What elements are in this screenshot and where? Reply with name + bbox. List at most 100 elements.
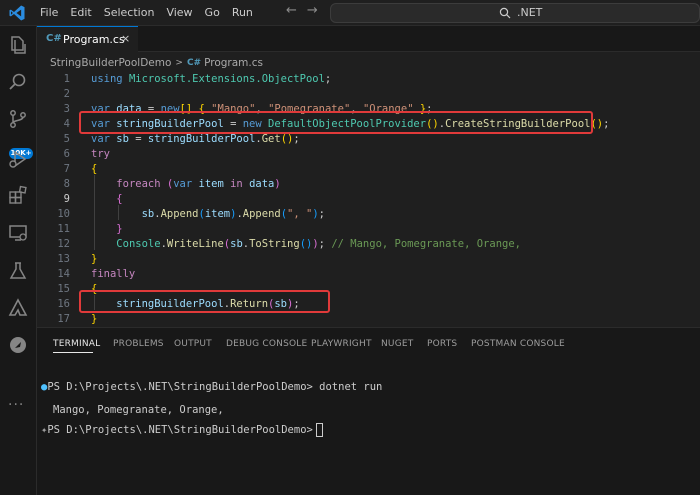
- code-text: foreach (var item in data): [91, 177, 281, 192]
- code-line[interactable]: 2: [37, 87, 700, 102]
- code-token: ;: [318, 238, 332, 250]
- code-line[interactable]: 8 foreach (var item in data): [37, 177, 700, 192]
- code-line[interactable]: 12 Console.WriteLine(sb.ToString()); // …: [37, 237, 700, 252]
- code-text: }: [91, 252, 97, 267]
- panel-tab-problems[interactable]: PROBLEMS: [113, 339, 164, 349]
- menu-edit[interactable]: Edit: [64, 0, 97, 26]
- code-line[interactable]: 9 {: [37, 192, 700, 207]
- code-text: finally: [91, 267, 135, 282]
- panel-tab-debug-console[interactable]: DEBUG CONSOLE: [226, 339, 307, 349]
- activity-bar: 10K+ ···: [0, 26, 37, 495]
- nav-arrows: ← →: [286, 3, 318, 18]
- code-text: }: [91, 312, 97, 327]
- line-number: 7: [63, 163, 70, 175]
- menu-go[interactable]: Go: [199, 0, 226, 26]
- menu-file[interactable]: File: [34, 0, 64, 26]
- code-line[interactable]: 14 finally: [37, 267, 700, 282]
- more-views-icon[interactable]: ···: [8, 397, 24, 413]
- terminal-line-prompt[interactable]: ✦PS D:\Projects\.NET\StringBuilderPoolDe…: [41, 423, 323, 437]
- forward-arrow-icon[interactable]: →: [307, 3, 318, 18]
- search-sidebar-icon[interactable]: [7, 71, 29, 93]
- code-token: sb: [116, 133, 129, 145]
- code-line[interactable]: 7{: [37, 162, 700, 177]
- code-token: finally: [91, 268, 136, 280]
- source-control-icon[interactable]: [7, 108, 29, 130]
- code-token: ToString: [249, 238, 300, 250]
- breadcrumb-project[interactable]: StringBuilderPoolDemo: [50, 57, 171, 69]
- code-token: WriteLine: [166, 238, 224, 250]
- line-number: 11: [57, 223, 70, 235]
- code-token: =: [128, 133, 148, 145]
- tab-label: Program.cs: [63, 33, 125, 46]
- line-number: 15: [57, 283, 70, 295]
- search-icon: [499, 7, 511, 19]
- active-tab-indicator: [53, 352, 93, 353]
- panel-tab-postman-console[interactable]: POSTMAN CONSOLE: [471, 339, 565, 349]
- code-token: Append: [160, 208, 199, 220]
- panel-tabs: TERMINAL PROBLEMS OUTPUT DEBUG CONSOLE P…: [37, 328, 700, 358]
- menu-bar: File Edit Selection View Go Run: [34, 0, 259, 26]
- menu-view[interactable]: View: [160, 0, 198, 26]
- csharp-file-icon: C#: [46, 33, 62, 44]
- code-token: item: [198, 178, 231, 190]
- line-number: 8: [63, 178, 70, 190]
- terminal-command: dotnet run: [312, 381, 383, 393]
- menu-run[interactable]: Run: [226, 0, 259, 26]
- code-text: {: [91, 192, 122, 207]
- bottom-panel: TERMINAL PROBLEMS OUTPUT DEBUG CONSOLE P…: [37, 327, 700, 495]
- code-line[interactable]: 13}: [37, 252, 700, 267]
- code-text: using Microsoft.Extensions.ObjectPool;: [91, 72, 338, 87]
- panel-tab-playwright[interactable]: PLAYWRIGHT: [311, 339, 372, 349]
- code-text: try: [91, 147, 110, 162]
- code-token: try: [91, 148, 110, 160]
- code-token: using: [91, 73, 129, 85]
- code-token: ;: [324, 73, 338, 85]
- breadcrumb-file[interactable]: Program.cs: [204, 57, 263, 69]
- code-token: // Mango, Pomegranate, Orange,: [331, 238, 521, 250]
- command-center-search[interactable]: .NET: [330, 3, 700, 23]
- code-token: var: [173, 178, 199, 190]
- code-line[interactable]: 6 try: [37, 147, 700, 162]
- code-line[interactable]: 17}: [37, 312, 700, 327]
- menu-selection[interactable]: Selection: [98, 0, 161, 26]
- explorer-icon[interactable]: [7, 34, 29, 56]
- panel-tab-ports[interactable]: PORTS: [427, 339, 457, 349]
- tab-program-cs[interactable]: C# Program.cs ×: [37, 26, 138, 52]
- terminal-line-command[interactable]: ●PS D:\Projects\.NET\StringBuilderPoolDe…: [41, 380, 382, 394]
- run-debug-icon[interactable]: [7, 148, 29, 170]
- back-arrow-icon[interactable]: ←: [286, 3, 297, 18]
- code-editor[interactable]: 1 using Microsoft.Extensions.ObjectPool; …: [37, 70, 700, 326]
- code-text: }: [91, 222, 123, 237]
- panel-tab-output[interactable]: OUTPUT: [174, 339, 212, 349]
- testing-flask-icon[interactable]: [7, 260, 29, 282]
- remote-explorer-icon[interactable]: [7, 222, 29, 244]
- code-token: {: [91, 163, 98, 175]
- code-line[interactable]: 10 sb.Append(item).Append(", ");: [37, 207, 700, 222]
- code-text: {: [91, 162, 97, 177]
- chevron-right-icon: >: [175, 58, 183, 68]
- code-line[interactable]: 5 var sb = stringBuilderPool.Get();: [37, 132, 700, 147]
- line-number: 1: [63, 73, 70, 85]
- postman-icon[interactable]: [7, 334, 29, 356]
- code-token: ): [274, 178, 281, 190]
- code-token: foreach: [116, 178, 167, 190]
- terminal-output: Mango, Pomegranate, Orange,: [53, 404, 224, 416]
- code-line[interactable]: 1 using Microsoft.Extensions.ObjectPool;: [37, 72, 700, 87]
- azure-icon[interactable]: [7, 297, 29, 319]
- close-icon[interactable]: ×: [121, 32, 130, 45]
- code-line[interactable]: 11 }: [37, 222, 700, 237]
- panel-tab-terminal[interactable]: TERMINAL: [53, 339, 100, 349]
- panel-tab-nuget[interactable]: NUGET: [381, 339, 413, 349]
- extensions-icon[interactable]: [7, 184, 29, 206]
- code-token: data: [249, 178, 275, 190]
- code-token: ;: [293, 133, 300, 145]
- title-bar: File Edit Selection View Go Run ← → .NET: [0, 0, 700, 26]
- code-token: }: [116, 223, 123, 235]
- code-token: }: [91, 313, 98, 325]
- command-center-text: .NET: [517, 6, 543, 19]
- vscode-logo-icon[interactable]: [8, 4, 26, 22]
